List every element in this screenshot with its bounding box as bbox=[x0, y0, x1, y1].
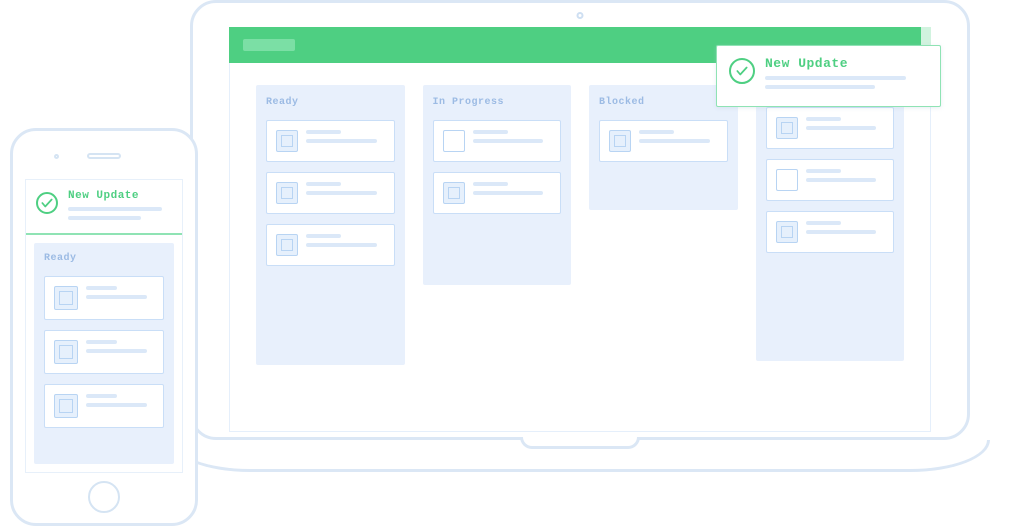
card-thumb-icon bbox=[776, 221, 798, 243]
placeholder-line bbox=[806, 178, 877, 182]
phone-speaker-icon bbox=[87, 153, 121, 159]
notification-title: New Update bbox=[68, 190, 172, 202]
column-title: Ready bbox=[266, 97, 395, 108]
kanban-board-mobile: Ready bbox=[26, 235, 182, 472]
notification-toast[interactable]: New Update bbox=[26, 180, 182, 235]
notification-body: New Update bbox=[765, 56, 922, 94]
kanban-card[interactable] bbox=[766, 107, 895, 149]
kanban-card[interactable] bbox=[266, 120, 395, 162]
check-circle-icon bbox=[36, 192, 58, 214]
placeholder-line bbox=[765, 85, 875, 89]
column-title: Blocked bbox=[599, 97, 728, 108]
placeholder-line bbox=[306, 191, 377, 195]
kanban-card[interactable] bbox=[44, 330, 164, 374]
placeholder-line bbox=[306, 139, 377, 143]
placeholder-line bbox=[306, 130, 341, 134]
notification-toast[interactable]: New Update bbox=[716, 45, 941, 107]
kanban-card[interactable] bbox=[266, 224, 395, 266]
phone-screen: New Update Ready bbox=[25, 179, 183, 473]
placeholder-line bbox=[765, 76, 906, 80]
laptop-device: New Update Ready bbox=[190, 0, 970, 480]
placeholder-line bbox=[68, 216, 141, 220]
card-thumb-icon bbox=[443, 182, 465, 204]
phone-sensor-icon bbox=[54, 154, 59, 159]
kanban-card[interactable] bbox=[599, 120, 728, 162]
card-thumb-icon bbox=[776, 169, 798, 191]
placeholder-line bbox=[639, 130, 674, 134]
column-title: Ready bbox=[44, 253, 164, 264]
placeholder-line bbox=[806, 126, 877, 130]
placeholder-line bbox=[306, 182, 341, 186]
placeholder-line bbox=[806, 169, 841, 173]
home-button-icon[interactable] bbox=[88, 481, 120, 513]
column-in-progress[interactable]: In Progress bbox=[423, 85, 572, 285]
laptop-body: New Update Ready bbox=[190, 0, 970, 440]
placeholder-line bbox=[806, 221, 841, 225]
placeholder-line bbox=[806, 230, 877, 234]
camera-icon bbox=[577, 12, 584, 19]
placeholder-line bbox=[473, 191, 544, 195]
kanban-card[interactable] bbox=[766, 211, 895, 253]
card-thumb-icon bbox=[443, 130, 465, 152]
placeholder-line bbox=[86, 394, 117, 398]
placeholder-line bbox=[639, 139, 710, 143]
placeholder-line bbox=[68, 207, 162, 211]
placeholder-line bbox=[806, 117, 841, 121]
placeholder-line bbox=[86, 286, 117, 290]
placeholder-line bbox=[473, 139, 544, 143]
check-circle-icon bbox=[729, 58, 755, 84]
notification-title: New Update bbox=[765, 56, 922, 71]
card-thumb-icon bbox=[276, 234, 298, 256]
placeholder-line bbox=[86, 295, 147, 299]
placeholder-line bbox=[306, 243, 377, 247]
column-untitled[interactable] bbox=[756, 85, 905, 361]
placeholder-line bbox=[473, 130, 508, 134]
card-thumb-icon bbox=[54, 340, 78, 364]
placeholder-line bbox=[306, 234, 341, 238]
kanban-card[interactable] bbox=[44, 276, 164, 320]
card-thumb-icon bbox=[609, 130, 631, 152]
card-thumb-icon bbox=[54, 394, 78, 418]
column-ready[interactable]: Ready bbox=[34, 243, 174, 464]
phone-device: New Update Ready bbox=[10, 128, 198, 526]
card-thumb-icon bbox=[276, 130, 298, 152]
laptop-base bbox=[170, 440, 990, 472]
kanban-card[interactable] bbox=[44, 384, 164, 428]
notification-body: New Update bbox=[68, 190, 172, 225]
column-title: In Progress bbox=[433, 97, 562, 108]
kanban-board: Ready bbox=[229, 63, 931, 432]
column-ready[interactable]: Ready bbox=[256, 85, 405, 365]
card-thumb-icon bbox=[54, 286, 78, 310]
placeholder-line bbox=[86, 340, 117, 344]
app-logo-placeholder bbox=[243, 39, 295, 51]
card-thumb-icon bbox=[276, 182, 298, 204]
placeholder-line bbox=[86, 403, 147, 407]
kanban-card[interactable] bbox=[433, 172, 562, 214]
placeholder-line bbox=[473, 182, 508, 186]
laptop-notch bbox=[520, 437, 640, 449]
kanban-card[interactable] bbox=[766, 159, 895, 201]
app-screen: New Update Ready bbox=[229, 27, 931, 432]
kanban-card[interactable] bbox=[266, 172, 395, 214]
kanban-card[interactable] bbox=[433, 120, 562, 162]
card-thumb-icon bbox=[776, 117, 798, 139]
placeholder-line bbox=[86, 349, 147, 353]
